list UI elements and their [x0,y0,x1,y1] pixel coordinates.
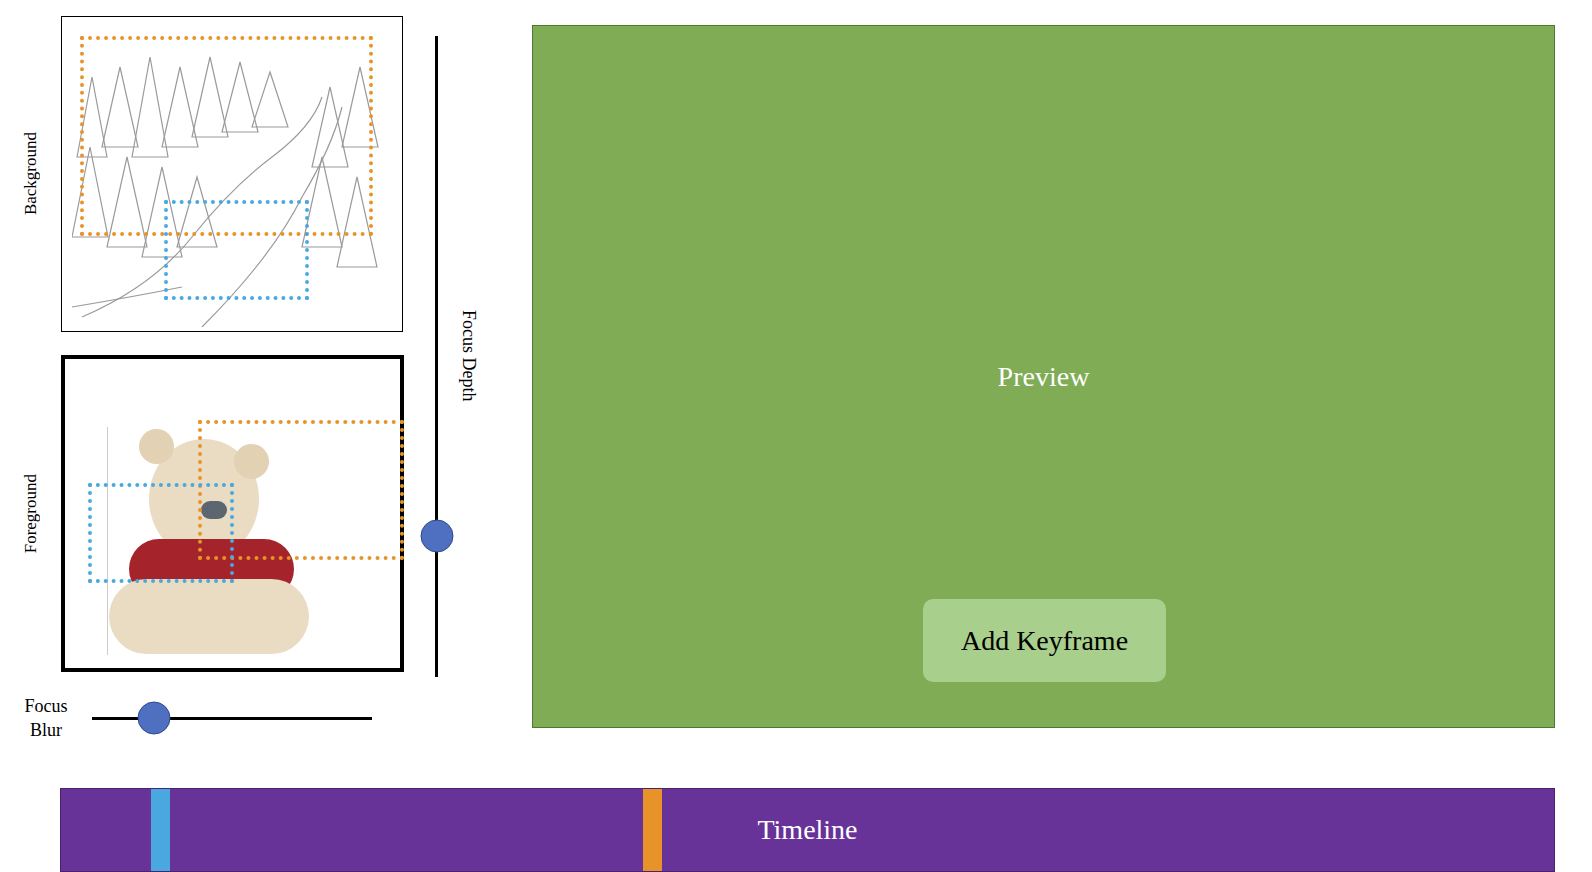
keyframe-marker[interactable] [643,789,662,871]
foreground-panel[interactable] [61,355,404,672]
add-keyframe-button[interactable]: Add Keyframe [923,599,1166,682]
focus-blur-track[interactable] [92,717,372,720]
preview-panel: Preview Add Keyframe [532,25,1555,728]
focus-depth-label: Focus Depth [460,310,478,402]
foreground-row: Foreground [0,355,404,672]
crop-region[interactable] [198,420,404,560]
bear-photo [109,429,314,654]
focus-depth-column: Focus Depth [404,16,532,716]
focus-blur-label: Focus Blur [16,694,76,742]
focus-blur-knob[interactable] [137,702,170,735]
focus-depth-track[interactable] [435,36,438,677]
crop-region[interactable] [80,36,373,236]
focus-blur-row: Focus Blur [0,700,404,736]
forest-image-icon [72,37,392,327]
preview-label: Preview [998,363,1090,391]
crop-region[interactable] [88,483,234,583]
keyframe-marker[interactable] [151,789,170,871]
background-row: Background [0,16,404,332]
background-label: Background [22,132,39,215]
layer-column: Background [0,16,404,736]
crop-region[interactable] [164,200,309,300]
background-panel[interactable] [61,16,403,332]
focus-depth-knob[interactable] [420,519,453,552]
timeline-label: Timeline [757,816,857,844]
foreground-label: Foreground [22,474,39,553]
timeline[interactable]: Timeline [60,788,1555,872]
